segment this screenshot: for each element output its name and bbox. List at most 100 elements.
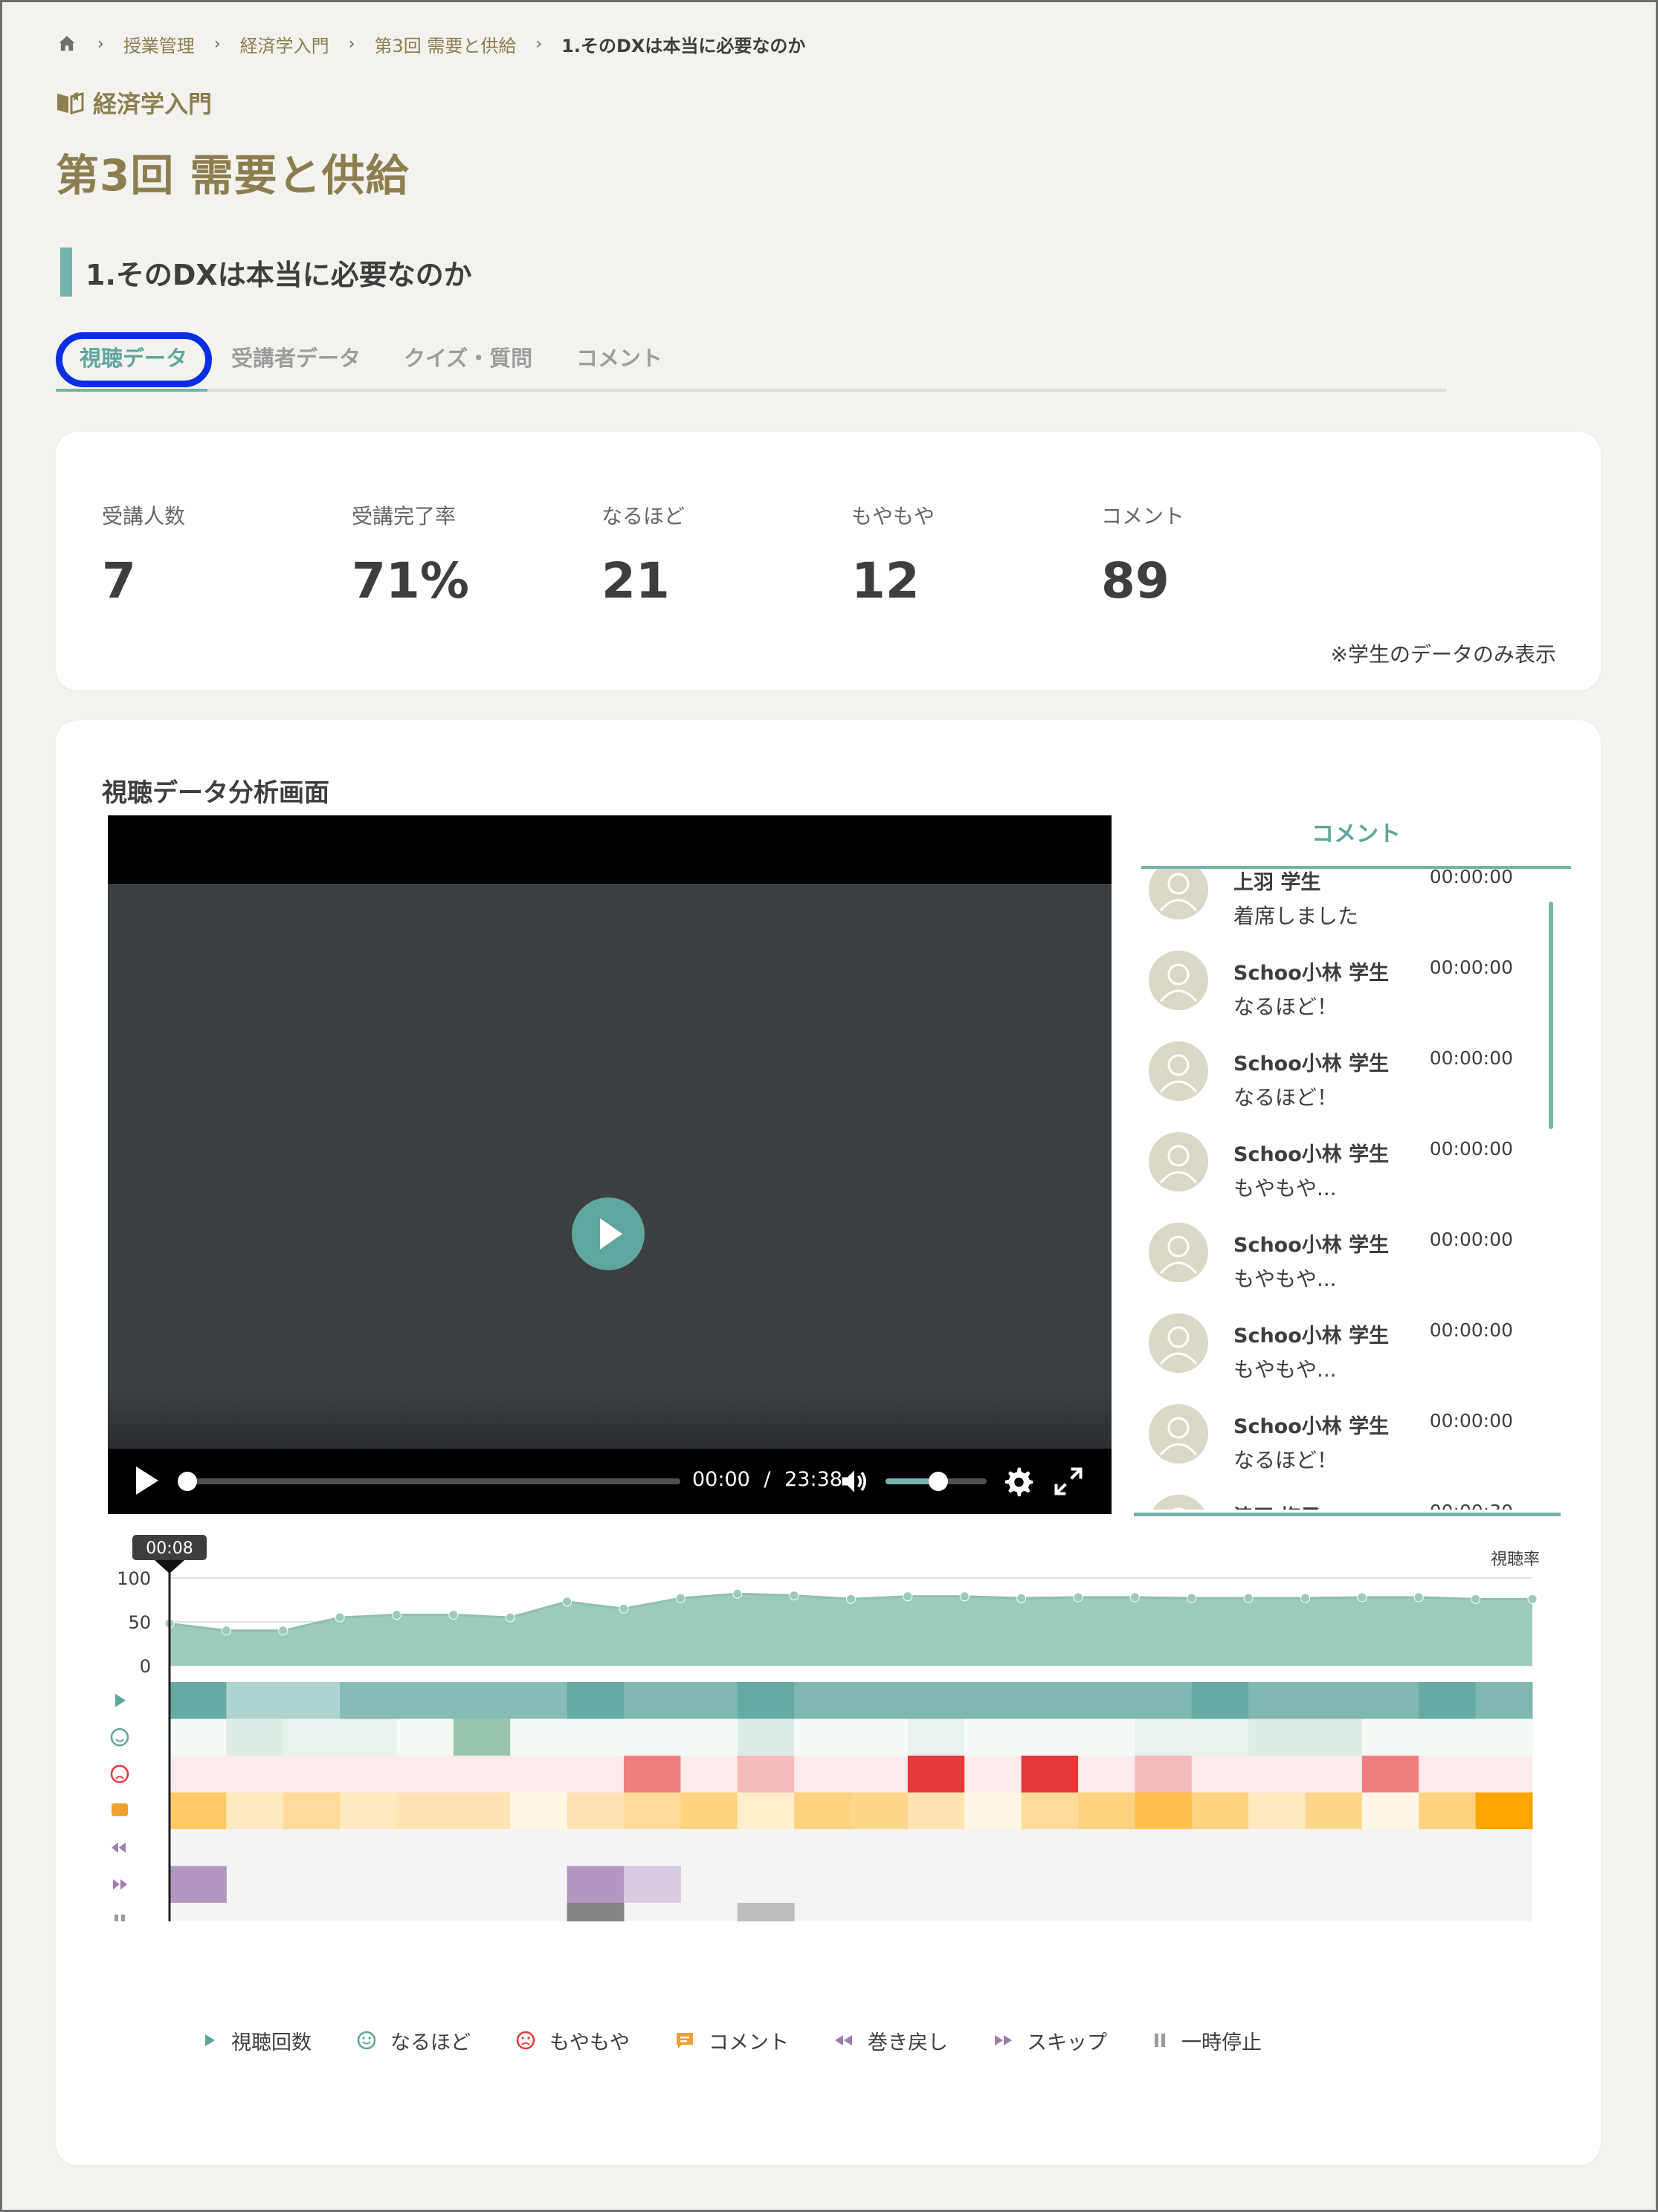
volume-handle[interactable] [929, 1472, 948, 1491]
seek-handle[interactable] [178, 1472, 197, 1491]
stat-comments: コメント 89 [1101, 500, 1184, 609]
breadcrumb-item-3[interactable]: 第3回 需要と供給 [374, 31, 516, 57]
breadcrumb-item-1[interactable]: 授業管理 [123, 31, 195, 57]
heatmap-cell [283, 1718, 341, 1756]
heatmap-cell [340, 1756, 397, 1793]
data-point [1243, 1593, 1254, 1603]
heatmap-cell [794, 1792, 851, 1830]
fullscreen-icon[interactable] [1052, 1465, 1085, 1498]
video-screen[interactable] [108, 884, 1112, 1449]
heatmap-cell [794, 1682, 851, 1719]
page-title: 第3回 需要と供給 [56, 150, 410, 201]
heatmap-cell [680, 1792, 738, 1830]
comment-time[interactable]: 00:00:00 [1364, 957, 1513, 978]
comment-text: 着席しました [1233, 904, 1359, 928]
heatmap-cell [1305, 1792, 1363, 1830]
heatmap-cell [1475, 1756, 1533, 1793]
comments-bottom-border [1134, 1513, 1561, 1516]
comment-item[interactable]: Schoo小林 学生 00:00:00 もやもや... [1128, 1132, 1544, 1223]
breadcrumb-item-2[interactable]: 経済学入門 [240, 31, 329, 57]
heatmap-cell [907, 1718, 965, 1756]
area-series [170, 1594, 1532, 1666]
comments-panel: コメント 上羽 学生 00:00:00 着席しました Schoo小林 学生 00:00:… [1128, 815, 1571, 1519]
heatmap-cell [1248, 1792, 1306, 1830]
heatmap-cell [737, 1903, 795, 1921]
comment-time[interactable]: 00:00:00 [1364, 1229, 1513, 1250]
heatmap-cell [1248, 1718, 1306, 1756]
comment-time[interactable]: 00:00:00 [1364, 869, 1513, 887]
avatar [1149, 1041, 1208, 1101]
legend-item[interactable]: なるほど [356, 2026, 471, 2055]
breadcrumb-current: 1.そのDXは本当に必要なのか [561, 35, 806, 56]
chevron-right-icon: › [348, 34, 355, 54]
comment-item[interactable]: 津田 梅子 00:00:30 [1128, 1495, 1544, 1510]
heatmap-cell [1361, 1792, 1419, 1830]
legend-item[interactable]: もやもや [515, 2026, 630, 2055]
comment-text: なるほど！ [1233, 995, 1338, 1019]
tab-student-data[interactable]: 受講者データ [231, 341, 361, 372]
video-player[interactable]: 00:00 / 23:38 [108, 815, 1112, 1514]
course-name: 経済学入門 [56, 85, 212, 120]
legend-label: もやもや [549, 2031, 630, 2054]
comments-list[interactable]: 上羽 学生 00:00:00 着席しました Schoo小林 学生 00:00:00 なるほ… [1128, 869, 1571, 1510]
gear-icon[interactable] [1001, 1465, 1034, 1498]
play-overlay-button[interactable] [572, 1197, 645, 1270]
heatmap-cell [624, 1682, 681, 1719]
tab-comments[interactable]: コメント [576, 341, 662, 372]
stat-value: 12 [851, 552, 920, 609]
comments-scrollbar[interactable] [1549, 902, 1553, 1129]
heatmap-cell [567, 1682, 625, 1719]
heatmap-cell [1361, 1756, 1419, 1793]
comment-item[interactable]: Schoo小林 学生 00:00:00 もやもや... [1128, 1223, 1544, 1313]
data-point [1187, 1593, 1197, 1603]
legend-item[interactable]: コメント [674, 2026, 789, 2055]
avatar [1149, 1132, 1208, 1191]
seek-bar[interactable] [178, 1472, 680, 1491]
heatmap-cell [794, 1718, 851, 1756]
stat-completion-rate: 受講完了率 71% [352, 500, 469, 609]
comment-time[interactable]: 00:00:00 [1364, 1047, 1513, 1069]
comment-time[interactable]: 00:00:00 [1364, 1138, 1513, 1160]
heatmap-cell [1021, 1718, 1079, 1756]
heatmap-cell [396, 1682, 454, 1719]
avatar [1149, 1404, 1208, 1464]
frown-icon [110, 1765, 129, 1783]
heatmap-cell [907, 1756, 965, 1793]
series-label: 視聴率 [1491, 1550, 1540, 1569]
play-button[interactable] [136, 1466, 158, 1495]
comment-text: もやもや... [1233, 1176, 1337, 1200]
viewing-chart: 050100視聴率024681012141618202200:08 [110, 1535, 1540, 1921]
heatmap-cell [1305, 1682, 1363, 1719]
legend-item[interactable]: 巻き戻し [833, 2026, 948, 2055]
volume-icon[interactable] [838, 1465, 871, 1498]
comment-item[interactable]: Schoo小林 学生 00:00:00 もやもや... [1128, 1313, 1544, 1404]
legend-label: 視聴回数 [231, 2031, 312, 2054]
tab-quiz-questions[interactable]: クイズ・質問 [404, 341, 532, 372]
playhead-marker[interactable] [155, 1560, 184, 1574]
comment-item[interactable]: Schoo小林 学生 00:00:00 なるほど！ [1128, 1404, 1544, 1495]
heatmap-cell [283, 1756, 341, 1793]
heatmap-cell [396, 1756, 454, 1793]
stat-label: もやもや [851, 504, 935, 528]
home-icon[interactable] [56, 33, 78, 54]
comment-item[interactable]: 上羽 学生 00:00:00 着席しました [1128, 869, 1544, 951]
comment-time[interactable]: 00:00:00 [1364, 1410, 1513, 1432]
comment-time[interactable]: 00:00:00 [1364, 1319, 1513, 1341]
comment-item[interactable]: Schoo小林 学生 00:00:00 なるほど！ [1128, 951, 1544, 1041]
comment-text: なるほど！ [1233, 1085, 1338, 1110]
legend-item[interactable]: 視聴回数 [201, 2026, 312, 2055]
legend-item[interactable]: 一時停止 [1152, 2026, 1262, 2055]
comment-item[interactable]: Schoo小林 学生 00:00:00 なるほど！ [1128, 1041, 1544, 1132]
heatmap-cell [567, 1792, 625, 1830]
heatmap-cell [170, 1866, 227, 1904]
avatar [1149, 951, 1208, 1010]
comment-time[interactable]: 00:00:30 [1364, 1501, 1513, 1510]
legend-label: 一時停止 [1181, 2031, 1262, 2054]
comment-icon [674, 2030, 695, 2051]
heatmap-cell [1021, 1682, 1079, 1719]
tab-viewing-data[interactable]: 視聴データ [80, 341, 187, 372]
heatmap-cell [170, 1756, 227, 1793]
legend-item[interactable]: スキップ [993, 2026, 1107, 2055]
heatmap-row-bg [170, 1866, 1532, 1903]
volume-slider[interactable] [886, 1472, 987, 1491]
